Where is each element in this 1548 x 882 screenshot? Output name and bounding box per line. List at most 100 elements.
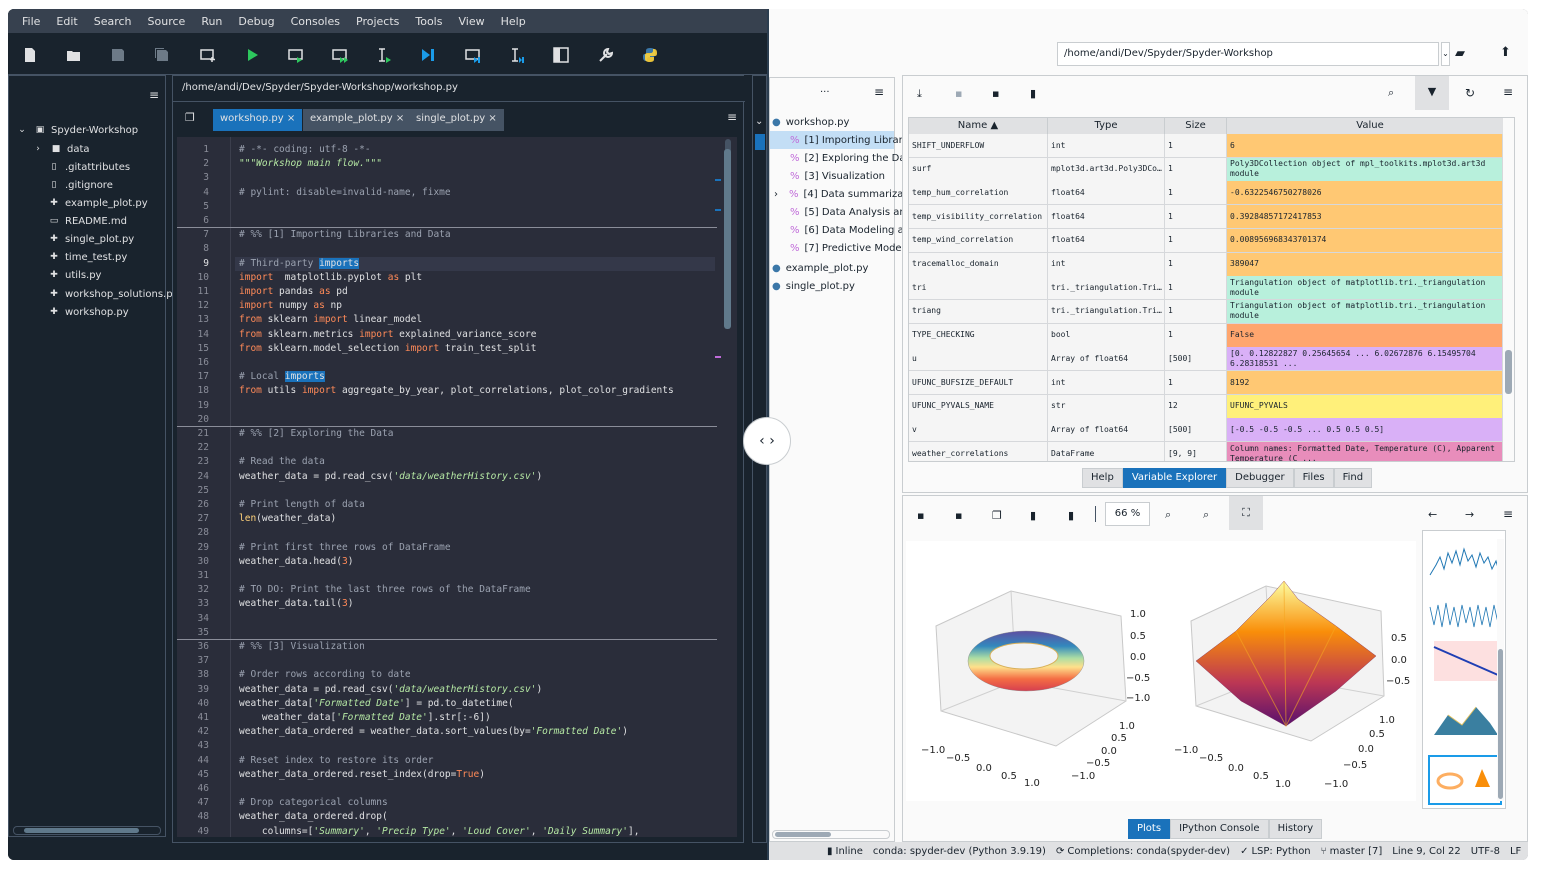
code-line[interactable]: 8	[177, 242, 717, 256]
run-selection-icon[interactable]	[374, 45, 394, 65]
fit-plot-icon[interactable]: ⛶	[1229, 496, 1263, 530]
tree-item-data[interactable]: › ■ data	[31, 140, 89, 158]
chevron-down-icon[interactable]: ⌄	[755, 116, 763, 127]
menu-projects[interactable]: Projects	[348, 15, 407, 28]
code-line[interactable]: 40 weather_data['Formatted Date'] = pd.to…	[177, 697, 717, 711]
run-cell-advance-icon[interactable]	[330, 45, 350, 65]
menu-debug[interactable]: Debug	[230, 15, 282, 28]
status-lsp[interactable]: LSP: Python	[1251, 846, 1310, 857]
code-line[interactable]: 46	[177, 782, 717, 796]
tab-history[interactable]: History	[1268, 819, 1323, 839]
thumbnail[interactable]	[1428, 695, 1502, 745]
code-line[interactable]: 13 from sklearn import linear_model	[177, 313, 717, 327]
code-line[interactable]: 16	[177, 356, 717, 370]
table-row[interactable]: SHIFT_UNDERFLOW int 1 6	[909, 134, 1514, 158]
table-scroll-thumb[interactable]	[1505, 350, 1512, 394]
tree-item[interactable]: ✚ example_plot.py	[47, 194, 147, 212]
menu-file[interactable]: File	[14, 15, 48, 28]
code-line[interactable]: 31	[177, 569, 717, 583]
code-editor[interactable]: 1 # -*- coding: utf-8 -*- 2 """Workshop mai…	[177, 137, 737, 837]
code-line[interactable]: 35	[177, 626, 717, 640]
code-line[interactable]: 34	[177, 612, 717, 626]
zoom-in-icon[interactable]: ⌕	[1203, 508, 1209, 522]
code-line[interactable]: 45 weather_data_ordered.reset_index(drop=…	[177, 768, 717, 782]
chevron-down-icon[interactable]: ⌄	[1441, 42, 1450, 66]
save-plot-icon[interactable]: ▪	[917, 509, 924, 522]
plot-canvas[interactable]: 1.0 0.5 0.0 −0.5 −1.0 −1.0 −0.5 0.0 0.5 …	[906, 541, 1416, 801]
code-line[interactable]: 20	[177, 413, 717, 427]
save-data-as-icon[interactable]: ▪	[992, 87, 999, 100]
menu-help[interactable]: Help	[493, 15, 534, 28]
status-inline[interactable]: Inline	[836, 846, 863, 857]
chevron-right-icon[interactable]: ›	[31, 144, 45, 154]
code-line[interactable]: 10 import matplotlib.pyplot as plt	[177, 271, 717, 285]
run-icon[interactable]	[242, 45, 262, 65]
code-line[interactable]: 49 columns=['Summary', 'Precip Type', 'L…	[177, 825, 717, 837]
code-line[interactable]: 15 from sklearn.model_selection import tr…	[177, 342, 717, 356]
open-file-icon[interactable]	[64, 45, 84, 65]
tab-plots[interactable]: Plots	[1128, 819, 1171, 839]
zoom-out-icon[interactable]: ⌕	[1165, 508, 1171, 522]
code-line[interactable]: 30 weather_data.head(3)	[177, 555, 717, 569]
code-line[interactable]: 41 weather_data['Formatted Date'].str[:-…	[177, 711, 717, 725]
zoom-field[interactable]: 66 %	[1105, 502, 1150, 526]
code-line[interactable]: 5	[177, 200, 717, 214]
thumbnail-selected[interactable]	[1428, 755, 1502, 805]
code-line[interactable]: 38 # Order rows according to date	[177, 668, 717, 682]
code-line[interactable]: 4 # pylint: disable=invalid-name, fixme	[177, 186, 717, 200]
code-line[interactable]: 21 # %% [2] Exploring the Data	[177, 427, 717, 441]
thumbnail[interactable]	[1428, 535, 1502, 585]
code-line[interactable]: 27 len(weather_data)	[177, 512, 717, 526]
outline-hscrollbar[interactable]	[772, 830, 890, 839]
thumbnail-scroll-thumb[interactable]	[1498, 649, 1503, 799]
outline-item[interactable]: % [3] Visualization	[790, 167, 885, 185]
table-scrollbar[interactable]	[1503, 118, 1514, 461]
outline-item[interactable]: % [6] Data Modeling a	[790, 221, 904, 239]
python-path-icon[interactable]	[640, 45, 660, 65]
filter-icon[interactable]: ▼	[1415, 76, 1449, 110]
code-line[interactable]: 32 # TO DO: Print the last three rows of …	[177, 583, 717, 597]
column-header-type[interactable]: Type	[1048, 118, 1165, 134]
tab-files[interactable]: Files	[1293, 468, 1334, 488]
code-line[interactable]: 1 # -*- coding: utf-8 -*-	[177, 143, 717, 157]
code-line[interactable]: 18 from utils import aggregate_by_year, p…	[177, 384, 717, 398]
tree-item[interactable]: ▭ README.md	[47, 212, 127, 230]
code-line[interactable]: 19	[177, 399, 717, 413]
tree-item[interactable]: ▯ .gitignore	[47, 176, 113, 194]
working-directory-combo[interactable]: /home/andi/Dev/Spyder/Spyder-Workshop	[1057, 42, 1439, 66]
save-all-icon[interactable]	[152, 45, 172, 65]
code-line[interactable]: 28	[177, 526, 717, 540]
remove-all-plots-icon[interactable]: ▮	[1068, 509, 1074, 522]
code-line[interactable]: 25	[177, 484, 717, 498]
table-row[interactable]: v Array of float64 [500] [-0.5 -0.5 -0.5 ..…	[909, 418, 1514, 443]
column-header-name[interactable]: Name ▲	[909, 118, 1048, 134]
files-hscroll-thumb[interactable]	[24, 828, 139, 833]
menu-run[interactable]: Run	[193, 15, 230, 28]
table-row[interactable]: u Array of float64 [500] [0. 0.12822827 0.2…	[909, 347, 1514, 372]
tab-find[interactable]: Find	[1333, 468, 1373, 488]
status-completions[interactable]: Completions: conda(spyder-dev)	[1067, 846, 1230, 857]
code-line[interactable]: 3	[177, 171, 717, 185]
close-icon[interactable]: ×	[396, 113, 404, 124]
new-file-icon[interactable]	[20, 45, 40, 65]
tree-item[interactable]: ✚ time_test.py	[47, 248, 127, 266]
status-git[interactable]: master [7]	[1330, 846, 1383, 857]
table-row[interactable]: temp_wind_correlation float64 1 0.008956968…	[909, 228, 1514, 253]
parent-directory-icon[interactable]: ⬆	[1500, 45, 1511, 60]
outline-item-selected[interactable]: % [1] Importing Librar	[770, 131, 903, 149]
refresh-icon[interactable]: ↻	[1465, 86, 1475, 100]
code-line[interactable]: 33 weather_data.tail(3)	[177, 597, 717, 611]
files-options-icon[interactable]: ≡	[149, 88, 159, 102]
table-row[interactable]: tracemalloc_domain int 1 389047	[909, 252, 1514, 277]
plots-options-icon[interactable]: ≡	[1503, 507, 1513, 521]
menu-search[interactable]: Search	[86, 15, 140, 28]
outline-item[interactable]: % [5] Data Analysis anc	[790, 203, 911, 221]
code-line[interactable]: 17 # Local imports	[177, 370, 717, 384]
remove-plot-icon[interactable]: ▮	[1030, 509, 1036, 522]
table-row[interactable]: triang tri._triangulation.Tri… 1 Triangulat…	[909, 299, 1514, 324]
menu-consoles[interactable]: Consoles	[283, 15, 348, 28]
code-line[interactable]: 14 from sklearn.metrics import explained_…	[177, 328, 717, 342]
table-row[interactable]: surf mplot3d.art3d.Poly3DCo… 1 Poly3DCollec…	[909, 157, 1514, 182]
code-line[interactable]: 43	[177, 739, 717, 753]
import-data-icon[interactable]: ⤓	[917, 87, 922, 101]
